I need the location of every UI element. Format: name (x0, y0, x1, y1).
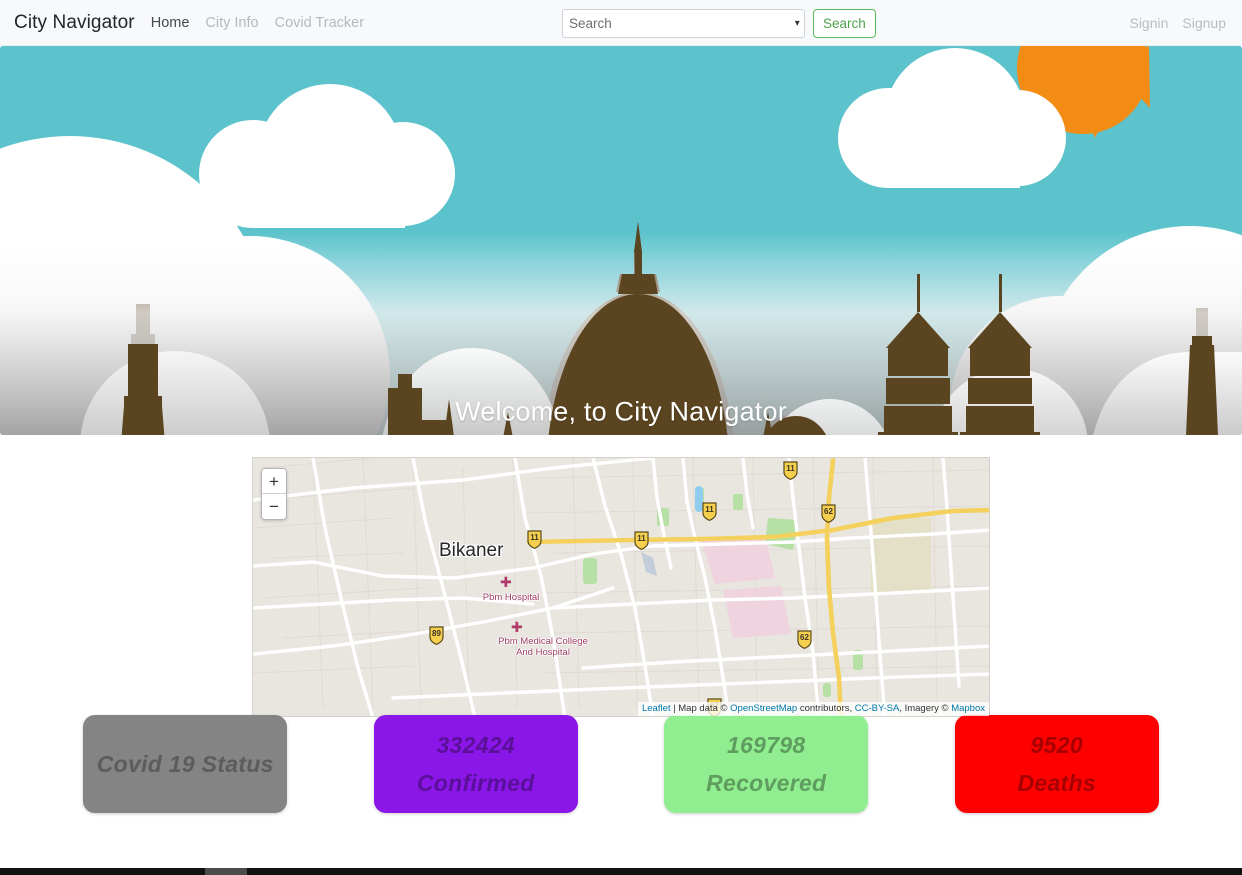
footer-bar (0, 868, 1242, 875)
zoom-in-button[interactable]: + (262, 469, 286, 494)
signin-link[interactable]: Signin (1129, 15, 1168, 31)
hero-banner: Welcome, to City Navigator (0, 46, 1242, 435)
attrib-imagery: , Imagery © (899, 703, 952, 714)
highway-shield-62-b: 62 (797, 630, 812, 649)
top-navbar: City Navigator Home City Info Covid Trac… (0, 0, 1242, 46)
leaflet-link[interactable]: Leaflet (642, 703, 671, 714)
map-zoom-controls[interactable]: + − (261, 468, 287, 520)
nav-link-home[interactable]: Home (151, 15, 190, 31)
covid-status-cards: Covid 19 Status 332424 Confirmed 169798 … (0, 715, 1242, 833)
highway-shield-11-b: 11 (702, 502, 717, 521)
covid-card-confirmed: 332424 Confirmed (373, 715, 578, 813)
card-slot-deaths: 9520 Deaths (912, 715, 1203, 813)
highway-shield-89: 89 (429, 626, 444, 645)
signup-link[interactable]: Signup (1182, 15, 1226, 31)
brand-logo[interactable]: City Navigator (14, 12, 135, 34)
search-button[interactable]: Search (813, 9, 876, 38)
osm-link[interactable]: OpenStreetMap (730, 703, 797, 714)
search-select[interactable]: Search (562, 9, 805, 38)
scrollbar-thumb[interactable] (205, 868, 247, 875)
zoom-out-button[interactable]: − (262, 494, 286, 519)
card-slot-recovered: 169798 Recovered (621, 715, 912, 813)
covid-card-number: 9520 (1030, 731, 1083, 758)
auth-links: Signin Signup (1129, 0, 1226, 46)
nav-links: Home City Info Covid Tracker (151, 15, 364, 31)
highway-shield-11-a: 11 (783, 461, 798, 480)
map-tiles (253, 458, 989, 716)
attrib-mid: contributors, (797, 703, 855, 714)
highway-shield-label: 11 (530, 533, 539, 542)
highway-shield-11-c: 11 (634, 531, 649, 550)
covid-card-label: Deaths (1017, 769, 1096, 796)
highway-shield-label: 62 (824, 507, 833, 516)
highway-shield-label: 89 (432, 629, 441, 638)
hero-illustration (0, 46, 1242, 435)
highway-shield-label: 11 (786, 464, 795, 473)
covid-card-label: Confirmed (416, 769, 535, 796)
covid-card-label: Recovered (706, 769, 827, 796)
leaflet-map[interactable]: + − Bikaner ✚ Pbm Hospital ✚ Pbm Medical… (252, 457, 990, 717)
highway-shield-62-a: 62 (821, 504, 836, 523)
nav-link-city-info[interactable]: City Info (205, 15, 258, 31)
covid-card-number: 169798 (726, 731, 806, 758)
highway-shield-label: 11 (637, 534, 646, 543)
map-attribution: Leaflet | Map data © OpenStreetMap contr… (637, 702, 989, 716)
covid-card-status: Covid 19 Status (83, 715, 288, 813)
attrib-sep1: | Map data © (670, 703, 731, 714)
highway-shield-11-d: 11 (527, 530, 542, 549)
card-slot-confirmed: 332424 Confirmed (331, 715, 622, 813)
nav-link-covid-tracker[interactable]: Covid Tracker (275, 15, 364, 31)
card-slot-status: Covid 19 Status (40, 715, 331, 813)
search-form: Search ▾ Search (562, 9, 876, 38)
highway-shield-label: 62 (800, 633, 809, 642)
map-section: + − Bikaner ✚ Pbm Hospital ✚ Pbm Medical… (0, 435, 1242, 717)
license-link[interactable]: CC-BY-SA (855, 703, 900, 714)
covid-card-number: 332424 (436, 731, 516, 758)
covid-card-deaths: 9520 Deaths (954, 715, 1159, 813)
covid-card-recovered: 169798 Recovered (664, 715, 869, 813)
highway-shield-label: 11 (705, 505, 714, 514)
covid-card-title: Covid 19 Status (96, 750, 274, 777)
mapbox-link[interactable]: Mapbox (951, 703, 985, 714)
